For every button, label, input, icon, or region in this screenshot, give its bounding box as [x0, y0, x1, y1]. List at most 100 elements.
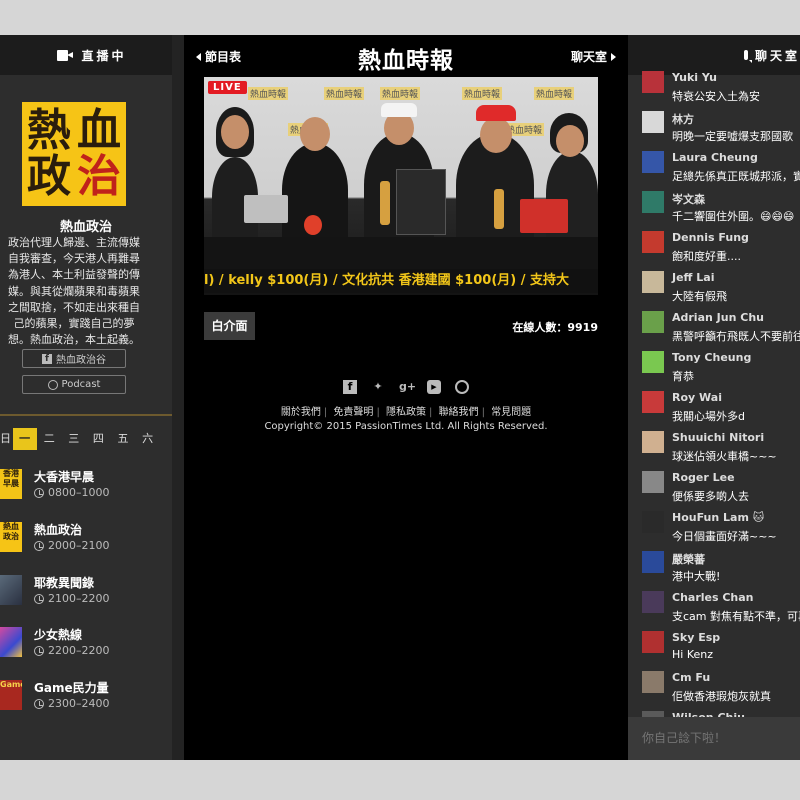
- chevron-right-icon: [611, 53, 616, 61]
- schedule-item-3[interactable]: 耶教異聞錄 2100–2200: [0, 573, 172, 613]
- schedule-item-4[interactable]: 少女熱線 2200–2200: [0, 625, 172, 665]
- chat-message: Charles Chan 支cam 對焦有點不準，可再: [642, 591, 800, 631]
- host-3-cap: [381, 103, 417, 117]
- clock-icon: [34, 540, 44, 551]
- schedule-time: 2200–2200: [34, 644, 110, 657]
- footer-link-privacy[interactable]: 隱私政策: [386, 407, 426, 418]
- chat-message-text: 足總先係真正既城邦派，實: [672, 170, 800, 183]
- chat-message: Roy Wai 我關心場外多d: [642, 391, 800, 431]
- schedule-title: 大香港早晨: [34, 470, 95, 484]
- chat-username[interactable]: Yuki Yu: [672, 71, 717, 84]
- day-tab-thu[interactable]: 四: [86, 428, 110, 450]
- separator: |: [376, 407, 380, 418]
- podcast-icon[interactable]: [455, 380, 469, 394]
- separator: |: [481, 407, 485, 418]
- scrollbar-track[interactable]: [172, 35, 184, 760]
- chat-username[interactable]: 林方: [672, 111, 694, 127]
- avatar[interactable]: [642, 391, 664, 413]
- chat-username[interactable]: Charles Chan: [672, 591, 754, 604]
- avatar[interactable]: [642, 271, 664, 293]
- chat-bubble-icon: [744, 50, 752, 63]
- schedule-item-1[interactable]: 香港早晨 大香港早晨 0800–1000: [0, 467, 172, 507]
- video-camera-icon: [57, 49, 74, 61]
- avatar[interactable]: [642, 591, 664, 613]
- day-tab-sun[interactable]: 日: [0, 428, 12, 450]
- footer-link-disclaimer[interactable]: 免責聲明: [333, 407, 373, 418]
- logo-char-4: 治: [77, 151, 121, 202]
- schedule-title: 熱血政治: [34, 523, 83, 537]
- chat-input[interactable]: [628, 717, 800, 760]
- chat-message: Sky Esp Hi Kenz: [642, 631, 800, 671]
- clock-icon: [34, 593, 44, 604]
- chat-message: 嚴榮蕃港中大戰!: [642, 551, 800, 591]
- chat-message-text: 我關心場外多d: [672, 410, 745, 423]
- chat-message: 岑文森 千二響圍住外圍。😄😄😄: [642, 191, 800, 231]
- backdrop-logo: 熱血時報: [380, 87, 421, 100]
- chat-username[interactable]: Cm Fu: [672, 671, 710, 684]
- chat-username[interactable]: HouFun Lam 🐱: [672, 511, 764, 524]
- book: [396, 169, 446, 235]
- logo-char-1: 熱: [27, 105, 71, 156]
- live-badge: LIVE: [208, 81, 247, 94]
- avatar[interactable]: [642, 431, 664, 453]
- chat-message: 林方 明晚一定要噓爆支那國歌: [642, 111, 800, 151]
- facebook-icon[interactable]: f: [343, 380, 357, 394]
- chat-username[interactable]: 岑文森: [672, 191, 705, 207]
- chat-message-text: 育恭: [672, 370, 694, 383]
- chat-message-text: 港中大戰!: [672, 570, 721, 583]
- day-tab-wed[interactable]: 三: [62, 428, 86, 450]
- chat-message-text: Hi Kenz: [672, 648, 714, 661]
- schedule-title: 耶教異聞錄: [34, 576, 95, 590]
- avatar[interactable]: [642, 631, 664, 653]
- avatar[interactable]: [642, 351, 664, 373]
- avatar[interactable]: [642, 151, 664, 173]
- podcast-button[interactable]: Podcast: [22, 375, 126, 394]
- avatar[interactable]: [642, 671, 664, 693]
- logo-char-3: 政: [27, 151, 71, 202]
- avatar[interactable]: [642, 191, 664, 213]
- chat-username[interactable]: Shuuichi Nitori: [672, 431, 764, 444]
- video-player[interactable]: 熱血時報 熱血時報 熱血時報 熱血時報 熱血時報 熱血時報 熱血時報: [204, 77, 598, 295]
- daruma: [304, 215, 322, 235]
- avatar[interactable]: [642, 551, 664, 573]
- facebook-page-button[interactable]: f 熱血政治谷: [22, 349, 126, 368]
- google-plus-icon[interactable]: g+: [399, 380, 416, 394]
- day-tab-sat[interactable]: 六: [136, 428, 160, 450]
- host-1-face: [221, 115, 249, 149]
- chat-username[interactable]: Roger Lee: [672, 471, 735, 484]
- chat-panel: 聊天室 Yuki Yu 特衰公安入土為安 林方 明晚一定要噓爆支那國歌 Laura Ch…: [628, 35, 800, 760]
- schedule-item-5[interactable]: Game Game民力量 2300–2400: [0, 678, 172, 718]
- day-tab-mon[interactable]: 一: [12, 428, 37, 450]
- chat-username[interactable]: Dennis Fung: [672, 231, 749, 244]
- backdrop-logo: 熱血時報: [462, 87, 503, 100]
- day-tab-tue[interactable]: 二: [37, 428, 61, 450]
- youtube-icon[interactable]: ▶: [427, 380, 441, 394]
- chat-username[interactable]: Sky Esp: [672, 631, 720, 644]
- chat-message-text: 便係要多啲人去: [672, 490, 749, 503]
- avatar[interactable]: [642, 231, 664, 253]
- chat-username[interactable]: Roy Wai: [672, 391, 722, 404]
- host-4-face: [480, 117, 512, 153]
- day-tab-fri[interactable]: 五: [111, 428, 135, 450]
- avatar[interactable]: [642, 111, 664, 133]
- twitter-icon[interactable]: ✦: [371, 380, 385, 394]
- schedule-item-2[interactable]: 熱血政治 熱血政治 2000–2100: [0, 520, 172, 560]
- schedule-thumbnail: 熱血政治: [0, 522, 22, 552]
- white-interface-button[interactable]: 白介面: [204, 312, 255, 340]
- bottle: [494, 189, 504, 229]
- chat-username[interactable]: Adrian Jun Chu: [672, 311, 764, 324]
- footer-link-contact[interactable]: 聯絡我們: [439, 407, 479, 418]
- live-header: 直播中: [0, 35, 184, 75]
- chat-username[interactable]: Tony Cheung: [672, 351, 751, 364]
- avatar[interactable]: [642, 311, 664, 333]
- avatar[interactable]: [642, 511, 664, 533]
- footer-link-faq[interactable]: 常見問題: [491, 407, 531, 418]
- chatroom-link[interactable]: 聊天室: [571, 48, 616, 65]
- chat-username[interactable]: Jeff Lai: [672, 271, 715, 284]
- avatar[interactable]: [642, 71, 664, 93]
- chat-username[interactable]: 嚴榮蕃: [672, 551, 705, 567]
- footer-link-about[interactable]: 關於我們: [281, 407, 321, 418]
- footer-links: 關於我們 | 免責聲明 | 隱私政策 | 聯絡我們 | 常見問題: [184, 403, 628, 418]
- chat-username[interactable]: Laura Cheung: [672, 151, 758, 164]
- avatar[interactable]: [642, 471, 664, 493]
